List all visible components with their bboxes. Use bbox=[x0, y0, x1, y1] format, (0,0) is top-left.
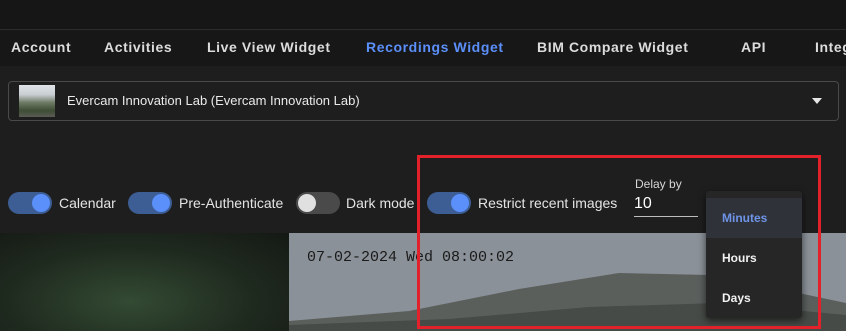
camera-select[interactable]: Evercam Innovation Lab (Evercam Innovati… bbox=[8, 81, 839, 121]
menu-item-label: Minutes bbox=[722, 211, 768, 225]
restrict-recent-images-toggle-label: Restrict recent images bbox=[478, 195, 618, 211]
camera-thumbnail bbox=[19, 85, 55, 117]
tab-api[interactable]: API bbox=[741, 39, 766, 55]
restrict-recent-images-toggle[interactable] bbox=[427, 192, 471, 214]
delay-unit-menu: Minutes Hours Days bbox=[706, 191, 802, 318]
camera-select-label: Evercam Innovation Lab (Evercam Innovati… bbox=[67, 93, 360, 108]
toggle-knob bbox=[298, 194, 316, 212]
menu-item-days[interactable]: Days bbox=[706, 278, 802, 318]
chevron-down-icon[interactable] bbox=[812, 98, 822, 104]
top-bar bbox=[0, 0, 846, 30]
dark-mode-toggle[interactable] bbox=[296, 192, 340, 214]
preview-timestamp: 07-02-2024 Wed 08:00:02 bbox=[307, 249, 515, 266]
pre-authenticate-toggle[interactable] bbox=[128, 192, 172, 214]
settings-tabs: Account Activities Live View Widget Reco… bbox=[0, 30, 846, 66]
menu-item-label: Hours bbox=[722, 251, 757, 265]
tab-activities[interactable]: Activities bbox=[104, 39, 172, 55]
calendar-toggle-label: Calendar bbox=[59, 195, 116, 211]
dark-mode-toggle-label: Dark mode bbox=[346, 195, 415, 211]
menu-item-hours[interactable]: Hours bbox=[706, 238, 802, 278]
menu-item-minutes[interactable]: Minutes bbox=[706, 198, 802, 238]
tab-account[interactable]: Account bbox=[11, 39, 71, 55]
tab-live-view-widget[interactable]: Live View Widget bbox=[207, 39, 331, 55]
pre-authenticate-toggle-label: Pre-Authenticate bbox=[179, 195, 284, 211]
menu-item-label: Days bbox=[722, 291, 751, 305]
preview-image-dark bbox=[0, 233, 289, 331]
calendar-toggle[interactable] bbox=[8, 192, 52, 214]
delay-value-input[interactable] bbox=[634, 192, 698, 217]
toggle-knob bbox=[152, 194, 170, 212]
toggle-knob bbox=[32, 194, 50, 212]
tab-integrations[interactable]: Integ bbox=[815, 39, 846, 55]
tab-recordings-widget[interactable]: Recordings Widget bbox=[366, 39, 504, 55]
tab-bim-compare-widget[interactable]: BIM Compare Widget bbox=[537, 39, 688, 55]
toggle-knob bbox=[451, 194, 469, 212]
delay-by-label: Delay by bbox=[635, 177, 682, 191]
